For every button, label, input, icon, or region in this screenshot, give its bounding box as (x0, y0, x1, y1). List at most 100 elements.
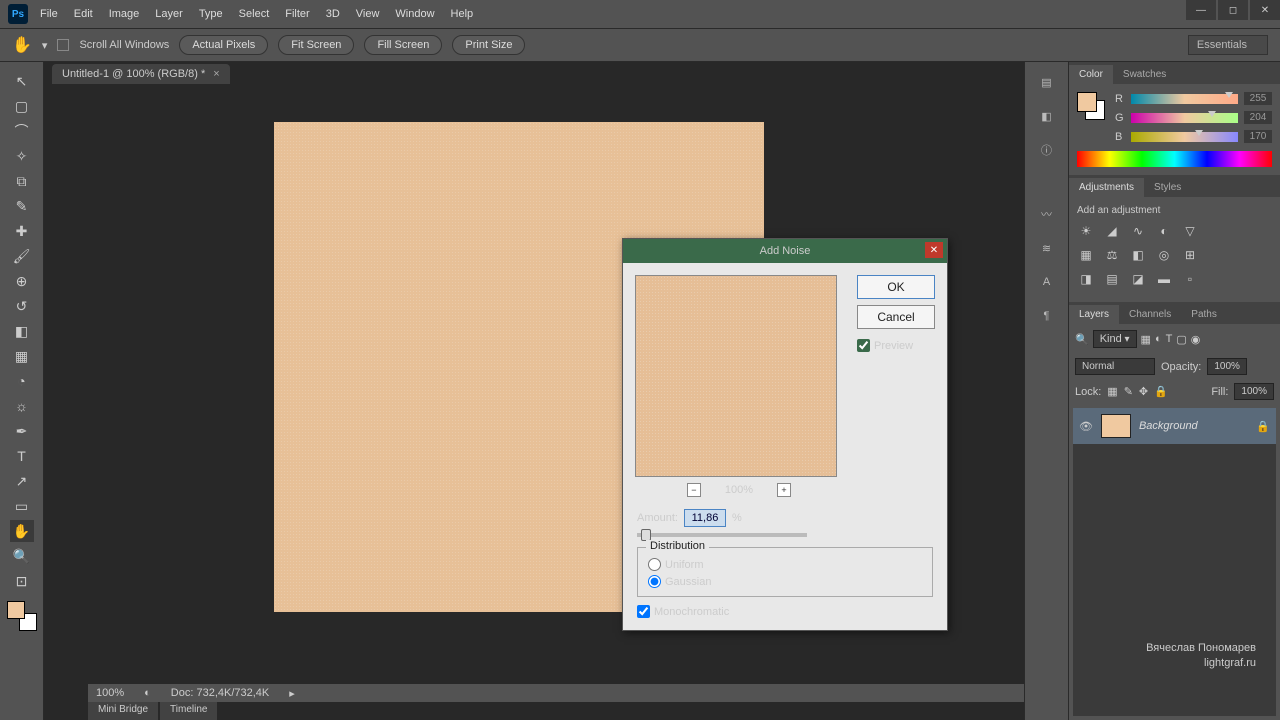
filter-kind-dropdown[interactable]: Kind ▾ (1093, 330, 1137, 348)
path-tool[interactable]: ↗ (10, 470, 34, 492)
menu-image[interactable]: Image (109, 8, 140, 20)
menu-filter[interactable]: Filter (285, 8, 309, 20)
gaussian-radio[interactable]: Gaussian (648, 575, 922, 588)
menu-edit[interactable]: Edit (74, 8, 93, 20)
zoom-out-button[interactable]: − (687, 483, 701, 497)
b-slider[interactable] (1131, 132, 1238, 142)
close-tab-icon[interactable]: × (213, 68, 219, 80)
r-slider[interactable] (1131, 94, 1238, 104)
pen-tool[interactable]: ✒ (10, 420, 34, 442)
eyedropper-tool[interactable]: ✎ (10, 195, 34, 217)
document-tab[interactable]: Untitled-1 @ 100% (RGB/8) *× (52, 64, 230, 84)
amount-slider[interactable]: ↖ (637, 533, 807, 537)
timeline-tab[interactable]: Timeline (160, 702, 217, 720)
menu-layer[interactable]: Layer (155, 8, 183, 20)
actual-pixels-button[interactable]: Actual Pixels (179, 35, 268, 55)
opacity-field[interactable]: 100% (1207, 358, 1247, 375)
marquee-tool[interactable]: ▢ (10, 95, 34, 117)
dodge-tool[interactable]: ☼ (10, 395, 34, 417)
invert-icon[interactable]: ◨ (1077, 270, 1095, 288)
cancel-button[interactable]: Cancel (857, 305, 935, 329)
stamp-tool[interactable]: ⊕ (10, 270, 34, 292)
g-slider[interactable] (1131, 113, 1238, 123)
selective-icon[interactable]: ▫ (1181, 270, 1199, 288)
fill-field[interactable]: 100% (1234, 383, 1274, 400)
layer-thumbnail[interactable] (1101, 414, 1131, 438)
lock-pos-icon[interactable]: ✥ (1139, 385, 1148, 398)
history-brush-tool[interactable]: ↺ (10, 295, 34, 317)
workspace-dropdown[interactable]: Essentials (1188, 35, 1268, 55)
layers-tab[interactable]: Layers (1069, 305, 1119, 324)
threshold-icon[interactable]: ◪ (1129, 270, 1147, 288)
monochromatic-checkbox[interactable]: Monochromatic (637, 605, 729, 618)
maximize-button[interactable]: ◻ (1218, 0, 1248, 20)
dialog-close-button[interactable]: ✕ (925, 242, 943, 258)
menu-select[interactable]: Select (239, 8, 270, 20)
brush-tool[interactable]: 🖌 (10, 245, 34, 267)
zoom-level[interactable]: 100% (96, 687, 124, 699)
swatches-tab[interactable]: Swatches (1113, 65, 1176, 84)
bw-icon[interactable]: ◧ (1129, 246, 1147, 264)
layer-row[interactable]: 👁 Background 🔒 (1073, 408, 1276, 444)
blend-mode-dropdown[interactable]: Normal (1075, 358, 1155, 375)
balance-icon[interactable]: ⚖ (1103, 246, 1121, 264)
zoom-tool[interactable]: 🔍 (10, 545, 34, 567)
type-tool[interactable]: T (10, 445, 34, 467)
scroll-all-checkbox[interactable] (57, 39, 69, 51)
fill-screen-button[interactable]: Fill Screen (364, 35, 442, 55)
noise-preview[interactable] (635, 275, 837, 477)
lock-paint-icon[interactable]: ✎ (1124, 385, 1133, 398)
lasso-tool[interactable]: ⌒ (10, 120, 34, 142)
minimize-button[interactable]: — (1186, 0, 1216, 20)
zoom-in-button[interactable]: + (777, 483, 791, 497)
history-icon[interactable]: ▤ (1035, 70, 1059, 94)
menu-type[interactable]: Type (199, 8, 223, 20)
wand-tool[interactable]: ✧ (10, 145, 34, 167)
char-panel-icon[interactable]: A (1035, 270, 1059, 294)
blur-tool[interactable]: ◔ (10, 370, 34, 392)
fit-screen-button[interactable]: Fit Screen (278, 35, 354, 55)
menu-window[interactable]: Window (395, 8, 434, 20)
color-tab[interactable]: Color (1069, 65, 1113, 84)
menu-file[interactable]: File (40, 8, 58, 20)
gradient-tool[interactable]: ▦ (10, 345, 34, 367)
spectrum-bar[interactable] (1077, 151, 1272, 167)
paths-tab[interactable]: Paths (1181, 305, 1227, 324)
screen-mode-tool[interactable]: ⊡ (10, 570, 34, 592)
posterize-icon[interactable]: ▤ (1103, 270, 1121, 288)
dialog-title-bar[interactable]: Add Noise ✕ (623, 239, 947, 263)
close-button[interactable]: ✕ (1250, 0, 1280, 20)
lock-trans-icon[interactable]: ▦ (1107, 385, 1117, 398)
heal-tool[interactable]: ✚ (10, 220, 34, 242)
clone-panel-icon[interactable]: ≋ (1035, 236, 1059, 260)
exposure-icon[interactable]: ◐ (1155, 222, 1173, 240)
filter-pixel-icon[interactable]: ▦ (1141, 333, 1151, 346)
brush-panel-icon[interactable]: 〰 (1035, 202, 1059, 226)
mini-bridge-tab[interactable]: Mini Bridge (88, 702, 158, 720)
color-swatches[interactable] (7, 601, 37, 631)
filter-type-icon[interactable]: T (1166, 333, 1173, 345)
photo-filter-icon[interactable]: ◎ (1155, 246, 1173, 264)
visibility-icon[interactable]: 👁 (1079, 420, 1093, 433)
hue-icon[interactable]: ▦ (1077, 246, 1095, 264)
crop-tool[interactable]: ⧉ (10, 170, 34, 192)
shape-tool[interactable]: ▭ (10, 495, 34, 517)
channels-tab[interactable]: Channels (1119, 305, 1181, 324)
info-icon[interactable]: ⓘ (1035, 138, 1059, 162)
brightness-icon[interactable]: ☀ (1077, 222, 1095, 240)
levels-icon[interactable]: ◢ (1103, 222, 1121, 240)
lock-all-icon[interactable]: 🔒 (1154, 385, 1168, 398)
menu-help[interactable]: Help (451, 8, 474, 20)
uniform-radio[interactable]: Uniform (648, 558, 922, 571)
move-tool[interactable]: ↖ (10, 70, 34, 92)
filter-shape-icon[interactable]: ▢ (1176, 333, 1186, 346)
eraser-tool[interactable]: ◧ (10, 320, 34, 342)
properties-icon[interactable]: ◧ (1035, 104, 1059, 128)
vibrance-icon[interactable]: ▽ (1181, 222, 1199, 240)
color-swatch[interactable] (1077, 92, 1107, 122)
curves-icon[interactable]: ∿ (1129, 222, 1147, 240)
preview-checkbox[interactable]: Preview (857, 339, 935, 352)
menu-view[interactable]: View (356, 8, 380, 20)
adjustments-tab[interactable]: Adjustments (1069, 178, 1144, 197)
ok-button[interactable]: OK (857, 275, 935, 299)
